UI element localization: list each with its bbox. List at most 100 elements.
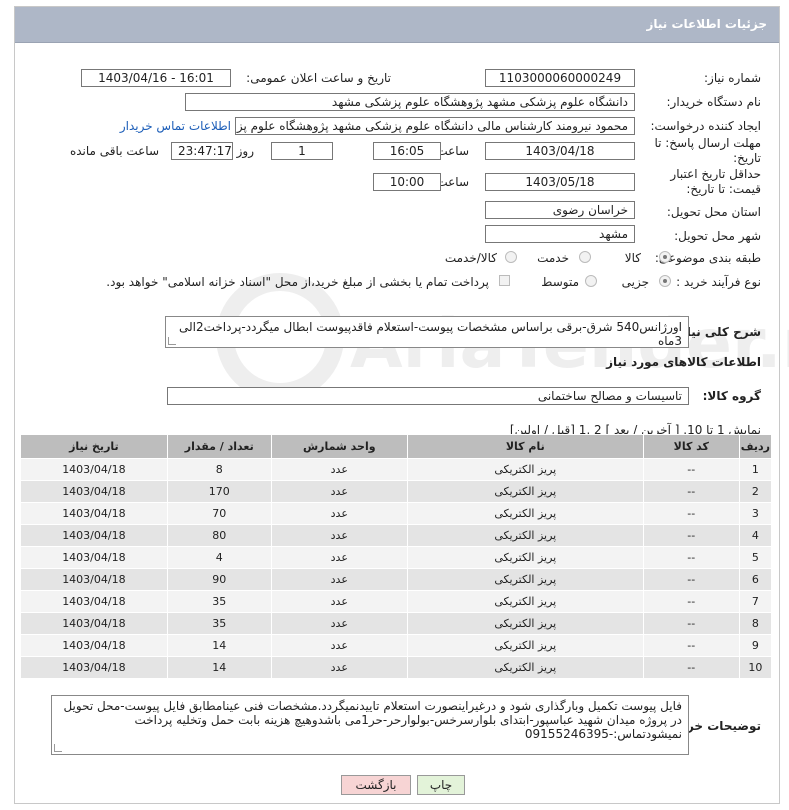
- cell-name: پریز الکتریکی: [406, 524, 644, 547]
- cell-name: پریز الکتریکی: [406, 458, 644, 481]
- cell-qty: 14: [166, 656, 272, 679]
- cell-unit: عدد: [270, 634, 408, 657]
- cell-qty: 80: [166, 524, 272, 547]
- cell-name: پریز الکتریکی: [406, 568, 644, 591]
- table-header-row: ردیف کد کالا نام کالا واحد شمارش تعداد /…: [20, 434, 773, 459]
- cell-qty: 4: [166, 546, 272, 569]
- cell-code: --: [642, 502, 740, 525]
- table-row: 6 -- پریز الکتریکی عدد 90 1403/04/18: [20, 568, 773, 591]
- cell-row-number: 2: [738, 480, 773, 503]
- cell-qty: 35: [166, 612, 272, 635]
- col-date: تاریخ نیاز: [20, 434, 168, 459]
- buyer-label: نام دستگاه خریدار:: [666, 95, 762, 109]
- city-field: مشهد: [485, 225, 635, 243]
- deadline-time-field: 16:05: [373, 142, 441, 160]
- details-panel: جزئیات اطلاعات نیاز AriaTender.net شماره…: [14, 6, 789, 804]
- cell-row-number: 5: [738, 546, 773, 569]
- description-text: اورژانس540 شرق-برقی براساس مشخصات پیوست-…: [178, 320, 682, 348]
- table-row: 4 -- پریز الکتریکی عدد 80 1403/04/18: [20, 524, 773, 547]
- deadline-time-label: ساعت: [436, 144, 469, 158]
- need-number-label: شماره نیاز:: [704, 71, 761, 85]
- cell-qty: 90: [166, 568, 272, 591]
- process-radio-medium[interactable]: [585, 275, 597, 287]
- cell-unit: عدد: [270, 480, 408, 503]
- resize-grip-icon[interactable]: [54, 744, 62, 752]
- cell-qty: 8: [166, 458, 272, 481]
- cell-code: --: [642, 480, 740, 503]
- cell-name: پریز الکتریکی: [406, 612, 644, 635]
- cell-date: 1403/04/18: [20, 590, 168, 613]
- col-qty: تعداد / مقدار: [166, 434, 272, 459]
- cell-qty: 70: [166, 502, 272, 525]
- table-row: 9 -- پریز الکتریکی عدد 14 1403/04/18: [20, 634, 773, 657]
- cell-name: پریز الکتریکی: [406, 656, 644, 679]
- category-option-goods: کالا: [624, 251, 641, 265]
- cell-code: --: [642, 546, 740, 569]
- cell-row-number: 10: [738, 656, 773, 679]
- validity-date-field: 1403/05/18: [485, 173, 635, 191]
- deadline-date-field: 1403/04/18: [485, 142, 635, 160]
- cell-unit: عدد: [270, 568, 408, 591]
- cell-date: 1403/04/18: [20, 524, 168, 547]
- panel-title: جزئیات اطلاعات نیاز: [646, 17, 767, 31]
- announce-label: تاریخ و ساعت اعلان عمومی:: [246, 71, 391, 85]
- category-option-service: خدمت: [537, 251, 569, 265]
- buyer-notes-textarea[interactable]: فایل پیوست تکمیل وبارگذاری شود و درغیرای…: [51, 695, 689, 755]
- announce-field: 1403/04/16 - 16:01: [81, 69, 231, 87]
- print-button[interactable]: چاپ: [417, 775, 465, 795]
- cell-code: --: [642, 568, 740, 591]
- cell-name: پریز الکتریکی: [406, 546, 644, 569]
- cell-row-number: 8: [738, 612, 773, 635]
- cell-name: پریز الکتریکی: [406, 480, 644, 503]
- city-label: شهر محل تحویل:: [674, 229, 761, 243]
- cell-date: 1403/04/18: [20, 612, 168, 635]
- resize-grip-icon[interactable]: [168, 337, 176, 345]
- need-number-field: 1103000060000249: [485, 69, 635, 87]
- payment-note: پرداخت تمام یا بخشی از مبلغ خرید،از محل …: [106, 275, 489, 289]
- goods-group-field: تاسیسات و مصالح ساختمانی: [167, 387, 689, 405]
- cell-unit: عدد: [270, 546, 408, 569]
- cell-row-number: 7: [738, 590, 773, 613]
- cell-code: --: [642, 656, 740, 679]
- cell-unit: عدد: [270, 524, 408, 547]
- cell-qty: 35: [166, 590, 272, 613]
- deadline-label: مهلت ارسال پاسخ: تا تاریخ:: [654, 136, 761, 165]
- treasury-checkbox[interactable]: [499, 275, 510, 286]
- contact-buyer-link[interactable]: اطلاعات تماس خریدار: [120, 119, 231, 133]
- cell-qty: 170: [166, 480, 272, 503]
- cell-row-number: 1: [738, 458, 773, 481]
- cell-code: --: [642, 612, 740, 635]
- table-row: 5 -- پریز الکتریکی عدد 4 1403/04/18: [20, 546, 773, 569]
- process-label: نوع فرآیند خرید :: [676, 275, 761, 289]
- cell-unit: عدد: [270, 656, 408, 679]
- process-radio-minor[interactable]: [659, 275, 671, 287]
- validity-time-label: ساعت: [436, 175, 469, 189]
- buyer-notes-text: فایل پیوست تکمیل وبارگذاری شود و درغیرای…: [63, 699, 682, 741]
- cell-code: --: [642, 634, 740, 657]
- province-field: خراسان رضوی: [485, 201, 635, 219]
- goods-section-title: اطلاعات کالاهای مورد نیاز: [606, 355, 761, 369]
- cell-row-number: 3: [738, 502, 773, 525]
- cell-date: 1403/04/18: [20, 546, 168, 569]
- category-option-goods-service: کالا/خدمت: [444, 251, 497, 265]
- description-textarea[interactable]: اورژانس540 شرق-برقی براساس مشخصات پیوست-…: [165, 316, 689, 348]
- goods-table: ردیف کد کالا نام کالا واحد شمارش تعداد /…: [20, 434, 773, 679]
- table-row: 8 -- پریز الکتریکی عدد 35 1403/04/18: [20, 612, 773, 635]
- cell-unit: عدد: [270, 590, 408, 613]
- category-radio-goods[interactable]: [659, 251, 671, 263]
- buyer-field: دانشگاه علوم پزشکی مشهد پژوهشگاه علوم پز…: [185, 93, 635, 111]
- table-row: 2 -- پریز الکتریکی عدد 170 1403/04/18: [20, 480, 773, 503]
- cell-row-number: 4: [738, 524, 773, 547]
- cell-qty: 14: [166, 634, 272, 657]
- back-button[interactable]: بازگشت: [341, 775, 411, 795]
- creator-field: محمود نیرومند کارشناس مالی دانشگاه علوم …: [235, 117, 635, 135]
- cell-date: 1403/04/18: [20, 480, 168, 503]
- category-radio-goods-service[interactable]: [505, 251, 517, 263]
- category-radio-service[interactable]: [579, 251, 591, 263]
- remaining-time-field: 23:47:17: [171, 142, 233, 160]
- cell-row-number: 6: [738, 568, 773, 591]
- table-row: 10 -- پریز الکتریکی عدد 14 1403/04/18: [20, 656, 773, 679]
- cell-code: --: [642, 524, 740, 547]
- cell-date: 1403/04/18: [20, 634, 168, 657]
- col-unit: واحد شمارش: [270, 434, 408, 459]
